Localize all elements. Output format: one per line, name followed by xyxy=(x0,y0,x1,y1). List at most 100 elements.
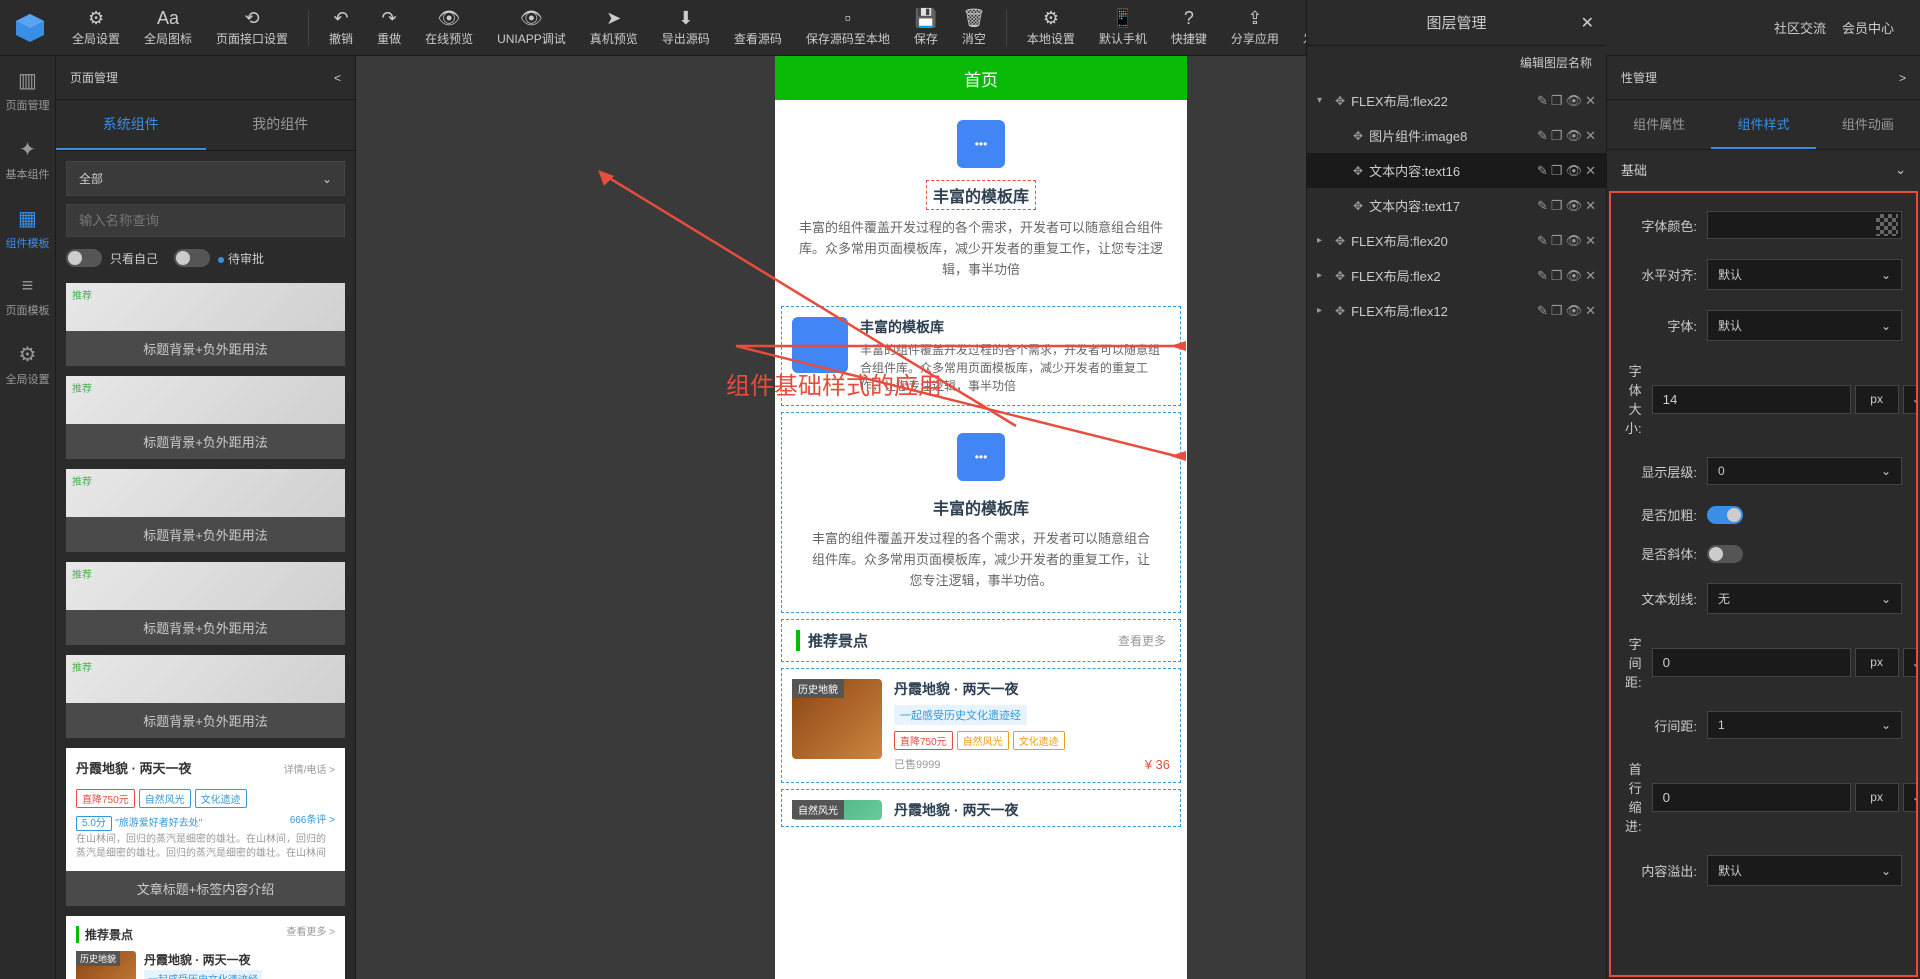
zindex-select[interactable]: 0⌄ xyxy=(1707,457,1902,485)
toolbar-link-社区交流[interactable]: 社区交流 xyxy=(1774,18,1826,37)
close-icon[interactable]: ✕ xyxy=(1581,13,1594,33)
collapse-right-icon[interactable]: > xyxy=(1899,71,1906,85)
toolbar-保存源码至本地[interactable]: ▫保存源码至本地 xyxy=(794,4,902,51)
toolbar-重做[interactable]: ↷重做 xyxy=(365,4,413,51)
visibility-icon[interactable]: 👁 xyxy=(1566,93,1583,109)
edit-icon[interactable]: ✎ xyxy=(1537,163,1548,179)
toolbar-撤销[interactable]: ↶撤销 xyxy=(317,4,365,51)
copy-icon[interactable]: ❐ xyxy=(1551,303,1563,319)
visibility-icon[interactable]: 👁 xyxy=(1566,128,1583,144)
horizontal-card[interactable]: 丰富的模板库 丰富的组件覆盖开发过程的各个需求，开发者可以随意组合组件库。众多常… xyxy=(781,306,1181,406)
toolbar-link-会员中心[interactable]: 会员中心 xyxy=(1842,18,1894,37)
unit-dropdown[interactable]: ⌄ xyxy=(1903,385,1918,414)
delete-icon[interactable]: ✕ xyxy=(1585,163,1596,179)
layer-item[interactable]: ▾✥FLEX布局:flex22✎❐👁✕ xyxy=(1307,83,1606,118)
logo[interactable] xyxy=(10,8,50,48)
copy-icon[interactable]: ❐ xyxy=(1551,198,1563,214)
line-height-select[interactable]: 1⌄ xyxy=(1707,711,1902,739)
visibility-icon[interactable]: 👁 xyxy=(1566,268,1583,284)
edit-icon[interactable]: ✎ xyxy=(1537,198,1548,214)
expand-icon[interactable]: ▾ xyxy=(1317,95,1329,106)
move-icon[interactable]: ✥ xyxy=(1335,94,1345,108)
template-article[interactable]: 丹霞地貌 · 两天一夜 详情/电话 > 直降750元 自然风光 文化遗迹 5.0… xyxy=(66,748,345,906)
unit-dropdown[interactable]: ⌄ xyxy=(1903,648,1918,677)
layer-item[interactable]: ✥图片组件:image8✎❐👁✕ xyxy=(1307,118,1606,153)
visibility-icon[interactable]: 👁 xyxy=(1566,198,1583,214)
tab-component-props[interactable]: 组件属性 xyxy=(1607,100,1711,149)
overflow-select[interactable]: 默认⌄ xyxy=(1707,855,1902,886)
template-card[interactable]: 推荐标题背景+负外距用法 xyxy=(66,469,345,552)
edit-icon[interactable]: ✎ xyxy=(1537,233,1548,249)
layer-item[interactable]: ✥文本内容:text17✎❐👁✕ xyxy=(1307,188,1606,223)
expand-icon[interactable]: ▸ xyxy=(1317,305,1329,316)
copy-icon[interactable]: ❐ xyxy=(1551,268,1563,284)
copy-icon[interactable]: ❐ xyxy=(1551,163,1563,179)
content-block[interactable]: 丰富的模板库 丰富的组件覆盖开发过程的各个需求，开发者可以随意组合组件库。众多常… xyxy=(775,100,1187,300)
scenic-card[interactable]: 自然风光 丹霞地貌 · 两天一夜 xyxy=(781,789,1181,827)
edit-icon[interactable]: ✎ xyxy=(1537,268,1548,284)
layer-item[interactable]: ▸✥FLEX布局:flex20✎❐👁✕ xyxy=(1307,223,1606,258)
unit-dropdown[interactable]: ⌄ xyxy=(1903,783,1918,812)
font-size-input[interactable] xyxy=(1652,385,1851,414)
expand-icon[interactable]: ▸ xyxy=(1317,270,1329,281)
scenic-card[interactable]: 历史地貌 丹霞地貌 · 两天一夜 一起感受历史文化遗迹经 直降750元 自然风光… xyxy=(781,668,1181,783)
toolbar-本地设置[interactable]: ⚙本地设置 xyxy=(1015,4,1087,51)
move-icon[interactable]: ✥ xyxy=(1335,304,1345,318)
layer-item[interactable]: ▸✥FLEX布局:flex12✎❐👁✕ xyxy=(1307,293,1606,328)
delete-icon[interactable]: ✕ xyxy=(1585,303,1596,319)
template-card[interactable]: 推荐标题背景+负外距用法 xyxy=(66,283,345,366)
nav-组件模板[interactable]: ▦组件模板 xyxy=(0,194,55,263)
tab-my-components[interactable]: 我的组件 xyxy=(206,100,356,150)
layer-item[interactable]: ✥文本内容:text16✎❐👁✕ xyxy=(1307,153,1606,188)
section-header[interactable]: 推荐景点 查看更多 xyxy=(781,619,1181,662)
layer-item[interactable]: ▸✥FLEX布局:flex2✎❐👁✕ xyxy=(1307,258,1606,293)
edit-icon[interactable]: ✎ xyxy=(1537,303,1548,319)
delete-icon[interactable]: ✕ xyxy=(1585,93,1596,109)
content-block[interactable]: 丰富的模板库 丰富的组件覆盖开发过程的各个需求，开发者可以随意组合组件库。众多常… xyxy=(781,412,1181,612)
bold-toggle[interactable] xyxy=(1707,506,1743,524)
expand-icon[interactable]: ▸ xyxy=(1317,235,1329,246)
delete-icon[interactable]: ✕ xyxy=(1585,128,1596,144)
toolbar-保存[interactable]: 💾保存 xyxy=(902,4,950,51)
text-indent-input[interactable] xyxy=(1652,783,1851,812)
pending-toggle[interactable] xyxy=(174,249,210,267)
toolbar-查看源码[interactable]: 查看源码 xyxy=(722,4,794,51)
copy-icon[interactable]: ❐ xyxy=(1551,128,1563,144)
tab-component-style[interactable]: 组件样式 xyxy=(1711,100,1815,149)
section-basic[interactable]: 基础 ⌄ xyxy=(1607,150,1920,189)
move-icon[interactable]: ✥ xyxy=(1353,129,1363,143)
block-title-selected[interactable]: 丰富的模板库 xyxy=(926,180,1036,210)
template-scenic[interactable]: 推荐景点 查看更多 > 历史地貌 丹霞地貌 · 两天一夜 一起感受历史文化遗迹经… xyxy=(66,916,345,979)
tab-component-animation[interactable]: 组件动画 xyxy=(1816,100,1920,149)
edit-icon[interactable]: ✎ xyxy=(1537,93,1548,109)
only-mine-toggle[interactable] xyxy=(66,249,102,267)
template-card[interactable]: 推荐标题背景+负外距用法 xyxy=(66,562,345,645)
letter-spacing-input[interactable] xyxy=(1652,648,1851,677)
toolbar-在线预览[interactable]: 👁在线预览 xyxy=(413,4,485,51)
move-icon[interactable]: ✥ xyxy=(1335,269,1345,283)
tab-system-components[interactable]: 系统组件 xyxy=(56,100,206,150)
template-card[interactable]: 推荐标题背景+负外距用法 xyxy=(66,655,345,738)
toolbar-UNIAPP调试[interactable]: 👁UNIAPP调试 xyxy=(485,4,578,51)
collapse-left-icon[interactable]: < xyxy=(334,71,341,85)
nav-页面管理[interactable]: ▥页面管理 xyxy=(0,56,55,125)
edit-layer-name[interactable]: 编辑图层名称 xyxy=(1307,46,1606,79)
toolbar-全局设置[interactable]: ⚙全局设置 xyxy=(60,4,132,51)
toolbar-分享应用[interactable]: ⇪分享应用 xyxy=(1219,4,1291,51)
copy-icon[interactable]: ❐ xyxy=(1551,233,1563,249)
nav-页面模板[interactable]: ≡页面模板 xyxy=(0,263,55,330)
nav-基本组件[interactable]: ✦基本组件 xyxy=(0,125,55,194)
italic-toggle[interactable] xyxy=(1707,545,1743,563)
copy-icon[interactable]: ❐ xyxy=(1551,93,1563,109)
visibility-icon[interactable]: 👁 xyxy=(1566,163,1583,179)
edit-icon[interactable]: ✎ xyxy=(1537,128,1548,144)
template-card[interactable]: 推荐标题背景+负外距用法 xyxy=(66,376,345,459)
toolbar-真机预览[interactable]: ➤真机预览 xyxy=(578,4,650,51)
search-input[interactable] xyxy=(66,204,345,237)
toolbar-全局图标[interactable]: Aa全局图标 xyxy=(132,4,204,51)
halign-select[interactable]: 默认⌄ xyxy=(1707,259,1902,290)
font-color-picker[interactable] xyxy=(1707,211,1902,239)
visibility-icon[interactable]: 👁 xyxy=(1566,233,1583,249)
visibility-icon[interactable]: 👁 xyxy=(1566,303,1583,319)
toolbar-导出源码[interactable]: ⬇导出源码 xyxy=(650,4,722,51)
